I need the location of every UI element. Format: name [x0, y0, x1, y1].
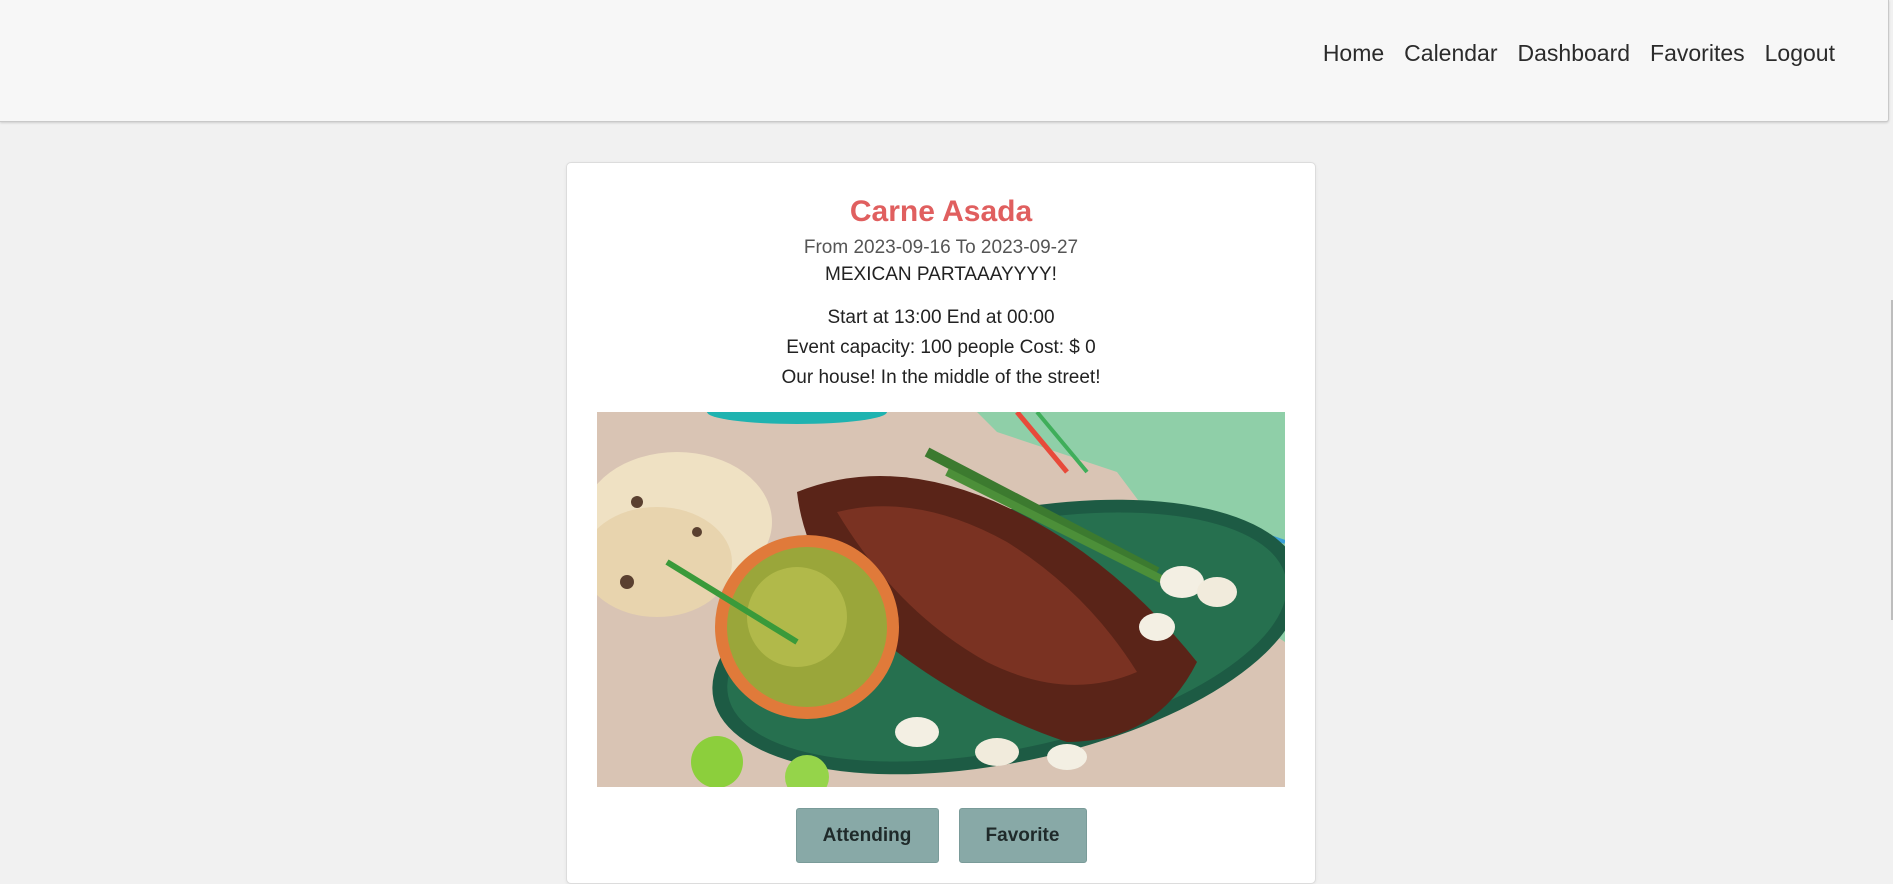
favorite-button[interactable]: Favorite: [958, 808, 1087, 863]
event-capacity: Event capacity: 100 people Cost: $ 0: [786, 337, 1096, 358]
event-dates: From 2023-09-16 To 2023-09-27: [803, 237, 1079, 258]
nav-link-favorites[interactable]: Favorites: [1640, 38, 1755, 68]
top-navbar: Home Calendar Dashboard Favorites Logout: [0, 0, 1889, 122]
nav-links: Home Calendar Dashboard Favorites Logout: [1313, 38, 1845, 68]
nav-link-dashboard[interactable]: Dashboard: [1508, 38, 1641, 68]
nav-link-home[interactable]: Home: [1313, 38, 1394, 68]
event-title: Carne Asada: [849, 195, 1033, 228]
event-location: Our house! In the middle of the street!: [781, 367, 1101, 388]
action-buttons: Attending Favorite: [567, 808, 1315, 863]
event-description: MEXICAN PARTAAAYYYY!: [825, 264, 1057, 285]
event-card: Carne Asada From 2023-09-16 To 2023-09-2…: [566, 162, 1316, 884]
nav-link-logout[interactable]: Logout: [1755, 38, 1845, 68]
event-times: Start at 13:00 End at 00:00: [827, 307, 1055, 328]
attending-button[interactable]: Attending: [795, 808, 939, 863]
nav-link-calendar[interactable]: Calendar: [1394, 38, 1507, 68]
event-image: [597, 412, 1285, 787]
